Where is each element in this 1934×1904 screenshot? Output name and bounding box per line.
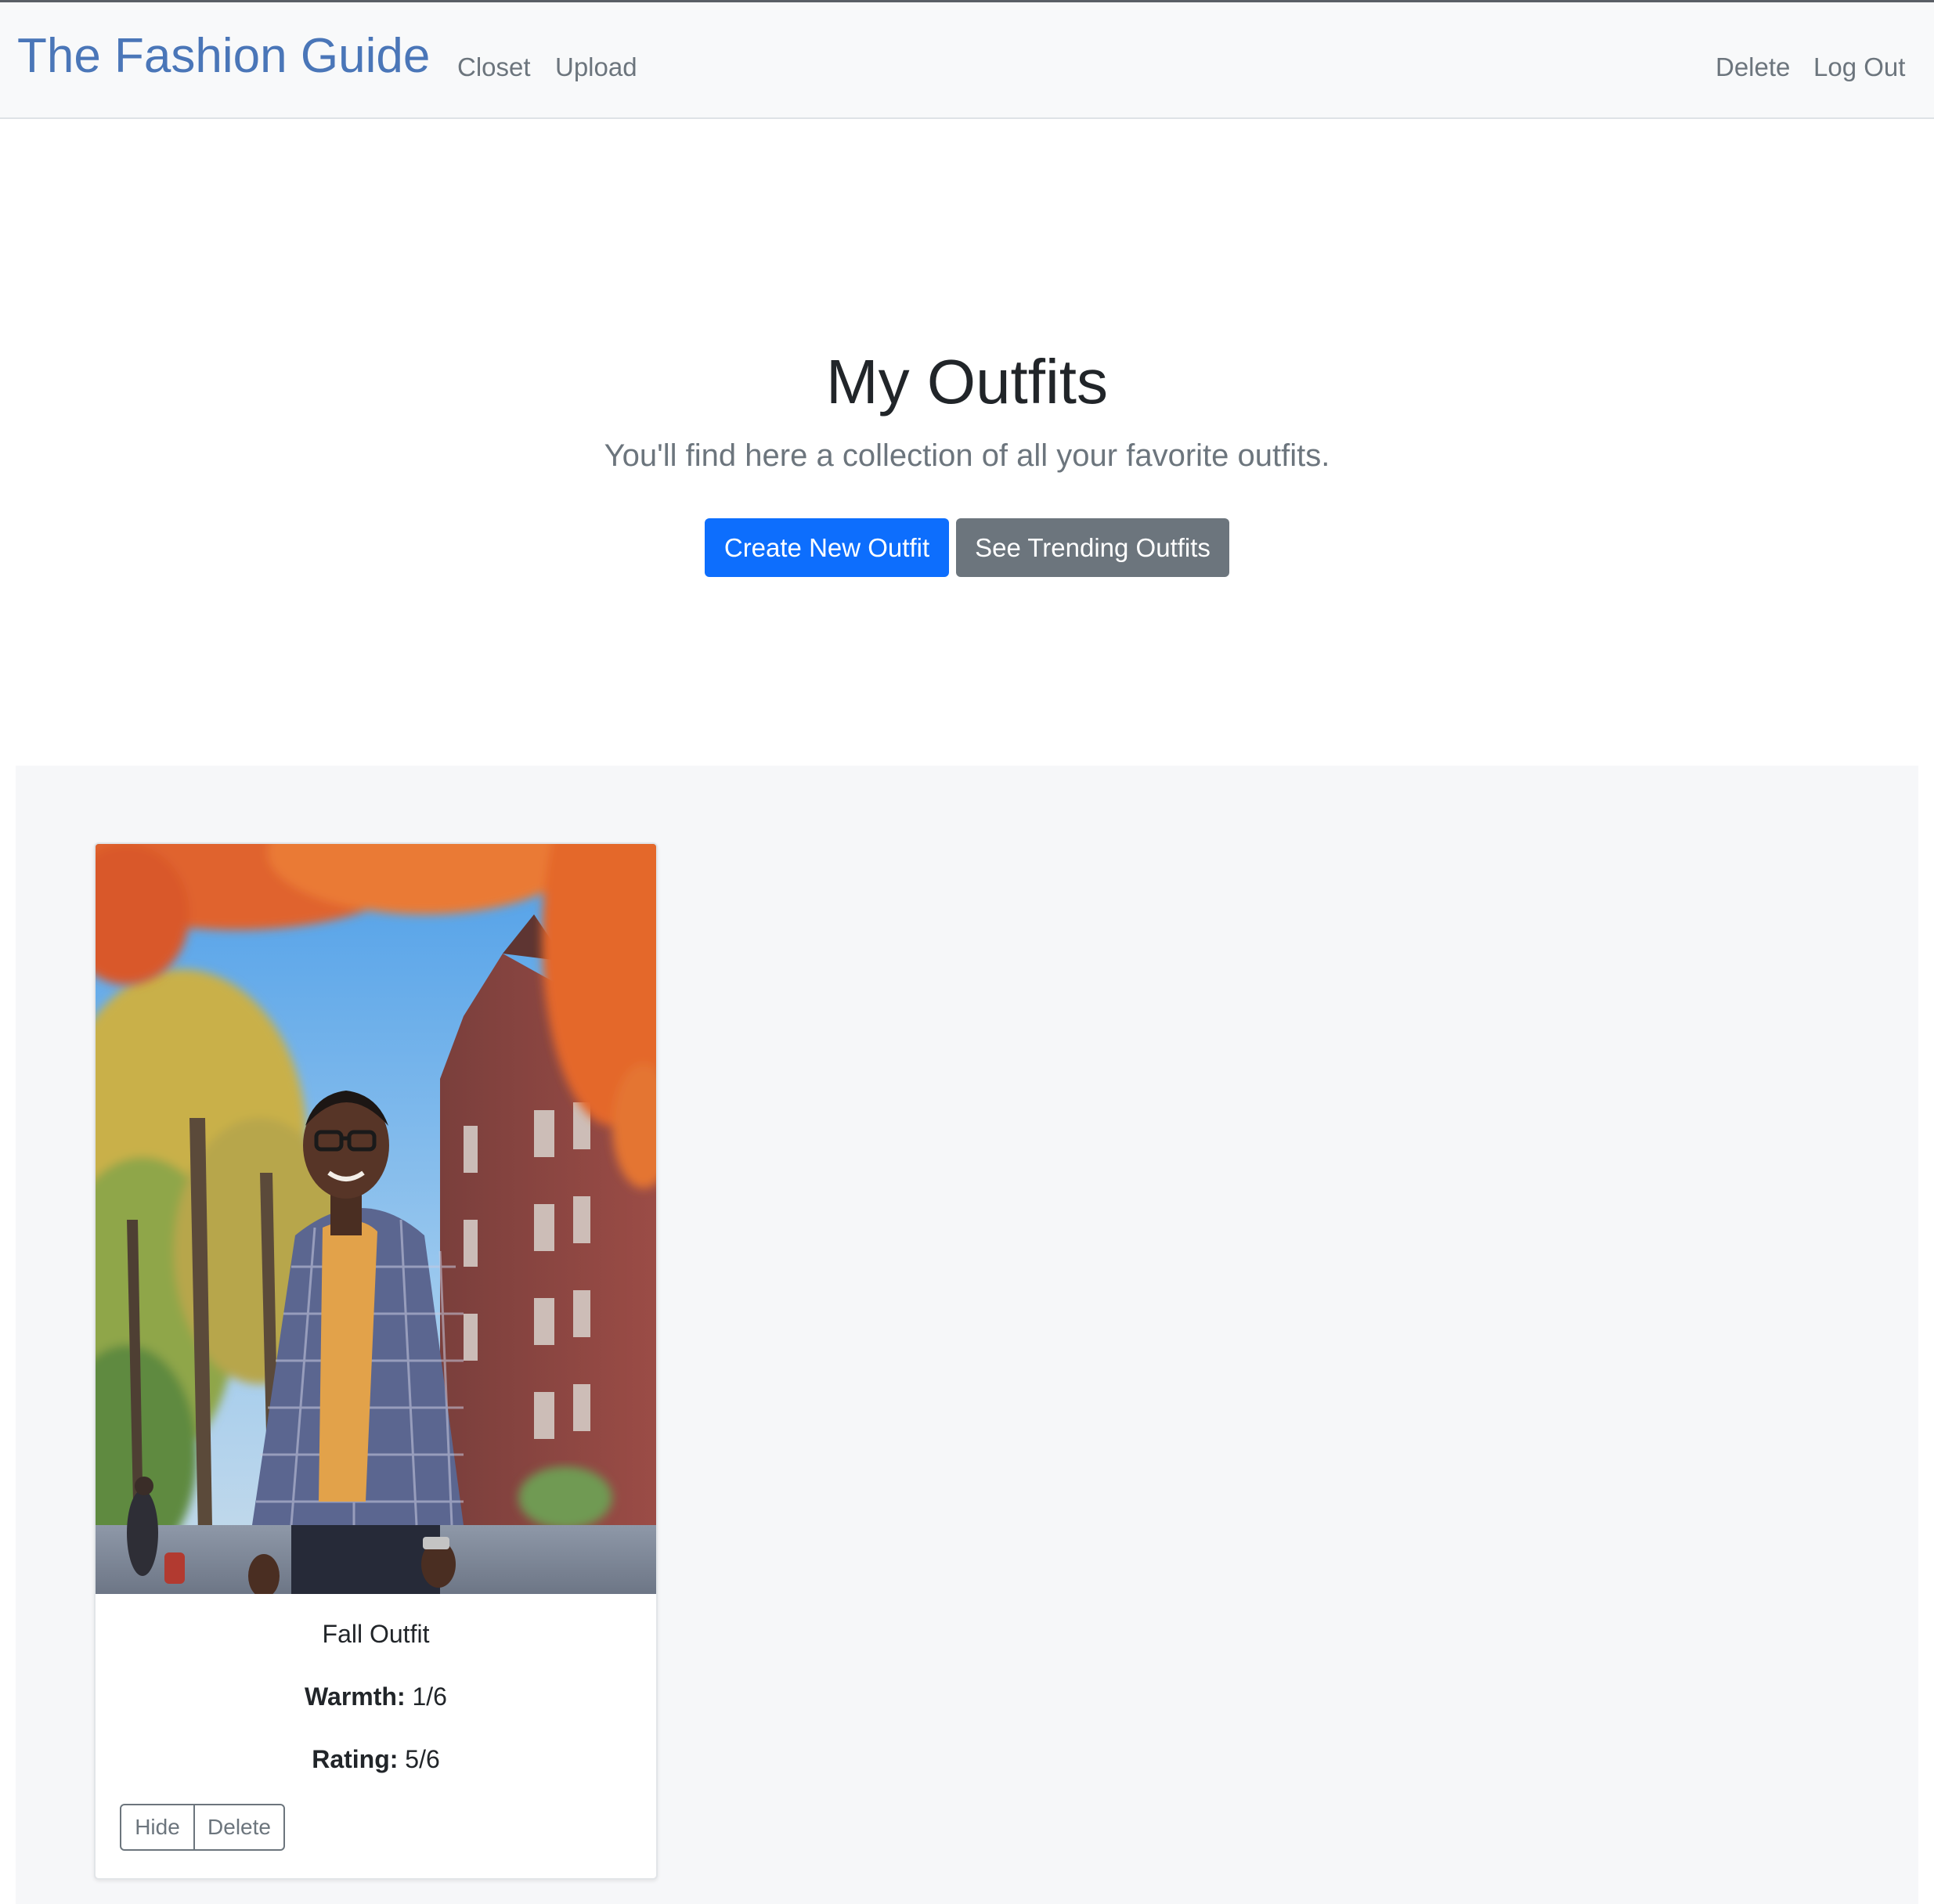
page-subtitle: You'll find here a collection of all you… — [604, 438, 1330, 473]
nav-link-closet[interactable]: Closet — [457, 54, 531, 80]
nav-link-log-out[interactable]: Log Out — [1813, 54, 1905, 80]
nav-link-upload[interactable]: Upload — [555, 54, 637, 80]
outfits-album: Fall Outfit Warmth: 1/6 Rating: 5/6 Hide… — [16, 766, 1918, 1904]
see-trending-outfits-button[interactable]: See Trending Outfits — [956, 518, 1229, 577]
navbar-brand[interactable]: The Fashion Guide — [17, 32, 430, 81]
hide-outfit-button[interactable]: Hide — [120, 1804, 195, 1851]
nav-link-delete[interactable]: Delete — [1716, 54, 1790, 80]
outfit-rating: Rating: 5/6 — [96, 1747, 656, 1772]
warmth-value: 1/6 — [412, 1682, 447, 1711]
rating-label: Rating: — [312, 1745, 399, 1773]
outfit-card: Fall Outfit Warmth: 1/6 Rating: 5/6 Hide… — [94, 842, 658, 1880]
page-title: My Outfits — [825, 347, 1109, 416]
outfit-actions: Hide Delete — [120, 1804, 285, 1851]
outfit-warmth: Warmth: 1/6 — [96, 1684, 656, 1709]
warmth-label: Warmth: — [305, 1682, 406, 1711]
top-navbar: The Fashion Guide Closet Upload Delete L… — [0, 0, 1934, 119]
outfit-photo — [96, 844, 656, 1594]
rating-value: 5/6 — [405, 1745, 440, 1773]
create-new-outfit-button[interactable]: Create New Outfit — [705, 518, 949, 577]
delete-outfit-button[interactable]: Delete — [193, 1804, 285, 1851]
outfit-name: Fall Outfit — [322, 1620, 430, 1648]
